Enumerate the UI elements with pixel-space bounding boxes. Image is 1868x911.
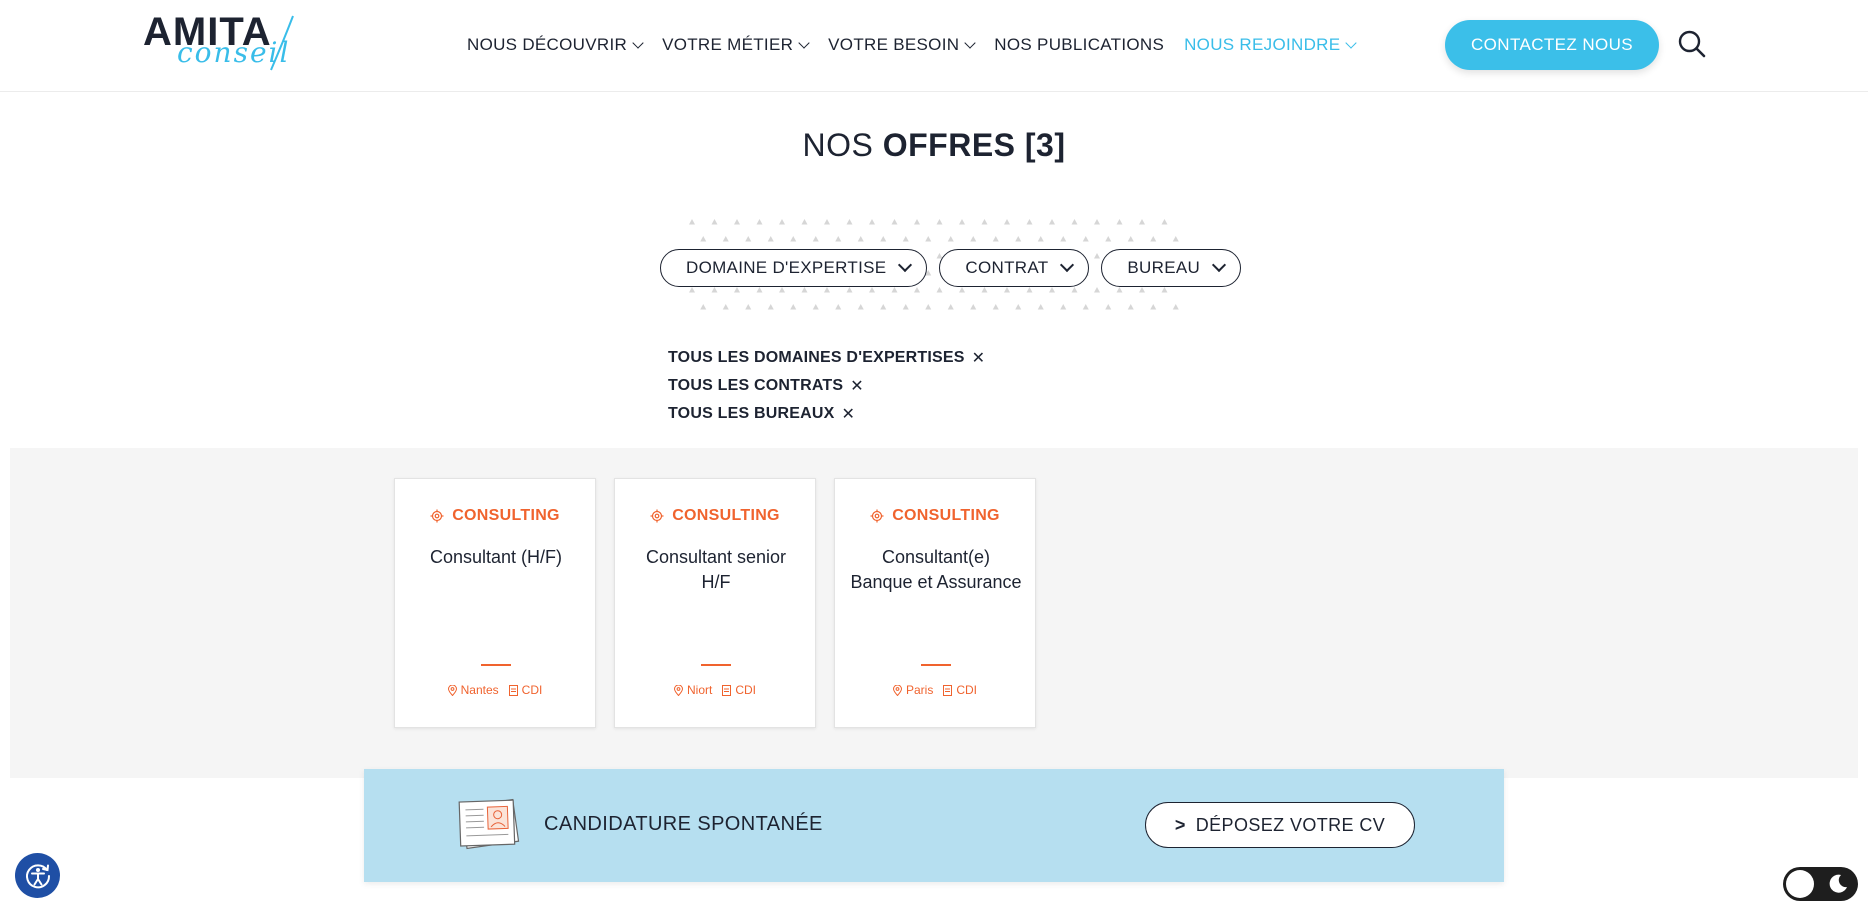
- accessibility-button[interactable]: [15, 853, 60, 898]
- offer-category: CONSULTING: [395, 507, 595, 525]
- active-filter-contrats[interactable]: TOUS LES CONTRATS ✕: [668, 372, 985, 400]
- chevron-down-icon: [898, 257, 913, 273]
- nav-item-label: NOUS DÉCOUVRIR: [467, 35, 628, 54]
- page-title-light: NOS: [802, 127, 883, 163]
- nav-item-label: NOS PUBLICATIONS: [994, 35, 1165, 54]
- filter-contrat[interactable]: CONTRAT: [939, 249, 1090, 287]
- offer-divider: [701, 664, 731, 666]
- chevron-down-icon: [1211, 257, 1227, 273]
- chevron-down-icon: [1345, 36, 1358, 49]
- offer-category: CONSULTING: [615, 507, 815, 525]
- main-nav: NOUS DÉCOUVRIR VOTRE MÉTIER VOTRE BESOIN…: [467, 34, 1375, 56]
- nav-item-votre-metier[interactable]: VOTRE MÉTIER: [662, 35, 810, 55]
- offer-location: Paris: [905, 683, 934, 697]
- document-icon: [943, 684, 953, 696]
- offer-title: Consultant senior H/F: [645, 547, 787, 592]
- offer-contract: CDI: [735, 683, 756, 697]
- nav-item-label: NOUS REJOINDRE: [1184, 35, 1341, 54]
- nav-item-nous-decouvrir[interactable]: NOUS DÉCOUVRIR: [467, 35, 644, 55]
- arrow-right-icon: >: [1174, 814, 1186, 835]
- contact-button[interactable]: CONTACTEZ NOUS: [1445, 20, 1659, 70]
- upload-cv-button[interactable]: > DÉPOSEZ VOTRE CV: [1145, 802, 1415, 848]
- active-filter-label: TOUS LES BUREAUX: [668, 405, 835, 422]
- offer-category-label: CONSULTING: [672, 507, 780, 524]
- offer-location: Niort: [686, 683, 713, 697]
- nav-item-nos-publications[interactable]: NOS PUBLICATIONS: [994, 35, 1164, 55]
- gear-icon: [650, 509, 664, 523]
- offer-meta: Nantes CDI: [395, 683, 595, 697]
- filter-label: CONTRAT: [965, 258, 1049, 277]
- accessibility-icon: [25, 863, 50, 888]
- nav-item-label: VOTRE BESOIN: [828, 35, 960, 54]
- offer-meta: Niort CDI: [615, 683, 815, 697]
- moon-icon: [1829, 874, 1847, 893]
- site-header: AMITA conseil NOUS DÉCOUVRIR VOTRE MÉTIE…: [0, 0, 1868, 92]
- logo-swoosh-icon: [270, 15, 294, 71]
- chevron-down-icon: [1060, 257, 1075, 273]
- document-icon: [722, 684, 732, 696]
- upload-cv-label: DÉPOSEZ VOTRE CV: [1195, 814, 1386, 835]
- active-filter-domaines[interactable]: TOUS LES DOMAINES D'EXPERTISES ✕: [668, 344, 985, 372]
- filter-label: BUREAU: [1127, 258, 1201, 277]
- gear-icon: [870, 509, 884, 523]
- pin-icon: [673, 684, 683, 696]
- cv-documents-icon: [458, 798, 520, 850]
- offer-card[interactable]: CONSULTING Consultant senior H/F Niort C…: [614, 478, 816, 728]
- offer-category: CONSULTING: [835, 507, 1035, 525]
- offer-divider: [481, 664, 511, 666]
- offer-location: Nantes: [460, 683, 499, 697]
- active-filter-label: TOUS LES CONTRATS: [668, 377, 844, 394]
- page-title-bold: OFFRES [3]: [882, 127, 1066, 163]
- page-title: NOS OFFRES [3]: [0, 127, 1868, 164]
- close-icon[interactable]: ✕: [972, 348, 986, 368]
- amita-logo[interactable]: AMITA conseil: [143, 12, 308, 74]
- toggle-knob: [1786, 870, 1814, 898]
- active-filters: TOUS LES DOMAINES D'EXPERTISES ✕ TOUS LE…: [668, 344, 985, 428]
- offer-divider: [921, 664, 951, 666]
- dark-mode-toggle[interactable]: [1783, 867, 1858, 901]
- pin-icon: [447, 684, 457, 696]
- active-filter-label: TOUS LES DOMAINES D'EXPERTISES: [668, 349, 965, 366]
- close-icon[interactable]: ✕: [850, 376, 864, 396]
- chevron-down-icon: [798, 36, 810, 49]
- offer-contract: CDI: [956, 683, 977, 697]
- spontaneous-label: CANDIDATURE SPONTANÉE: [544, 813, 823, 835]
- nav-item-votre-besoin[interactable]: VOTRE BESOIN: [828, 35, 976, 55]
- offer-meta: Paris CDI: [835, 683, 1035, 697]
- filter-domaine-expertise[interactable]: DOMAINE D'EXPERTISE: [660, 249, 928, 287]
- filter-bureau[interactable]: BUREAU: [1101, 249, 1242, 287]
- offer-title: Consultant(e) Banque et Assurance: [850, 547, 1022, 592]
- close-icon[interactable]: ✕: [841, 404, 855, 424]
- chevron-down-icon: [632, 36, 644, 49]
- nav-item-label: VOTRE MÉTIER: [662, 35, 794, 54]
- offer-card[interactable]: CONSULTING Consultant (H/F) Nantes CDI: [394, 478, 596, 728]
- active-filter-bureaux[interactable]: TOUS LES BUREAUX ✕: [668, 400, 985, 428]
- document-icon: [508, 684, 518, 696]
- nav-item-nous-rejoindre[interactable]: NOUS REJOINDRE: [1184, 35, 1358, 55]
- spontaneous-application-banner: CANDIDATURE SPONTANÉE > DÉPOSEZ VOTRE CV: [364, 769, 1504, 882]
- offer-card[interactable]: CONSULTING Consultant(e) Banque et Assur…: [834, 478, 1036, 728]
- gear-icon: [430, 509, 444, 523]
- offer-contract: CDI: [521, 683, 543, 697]
- chevron-down-icon: [964, 36, 976, 49]
- offer-category-label: CONSULTING: [892, 507, 1000, 524]
- offer-title: Consultant (H/F): [429, 547, 563, 567]
- pin-icon: [892, 684, 902, 696]
- search-icon[interactable]: [1677, 29, 1707, 59]
- filter-bar: DOMAINE D'EXPERTISE CONTRAT BUREAU: [660, 249, 1242, 287]
- offer-category-label: CONSULTING: [452, 507, 560, 524]
- filter-label: DOMAINE D'EXPERTISE: [686, 258, 887, 277]
